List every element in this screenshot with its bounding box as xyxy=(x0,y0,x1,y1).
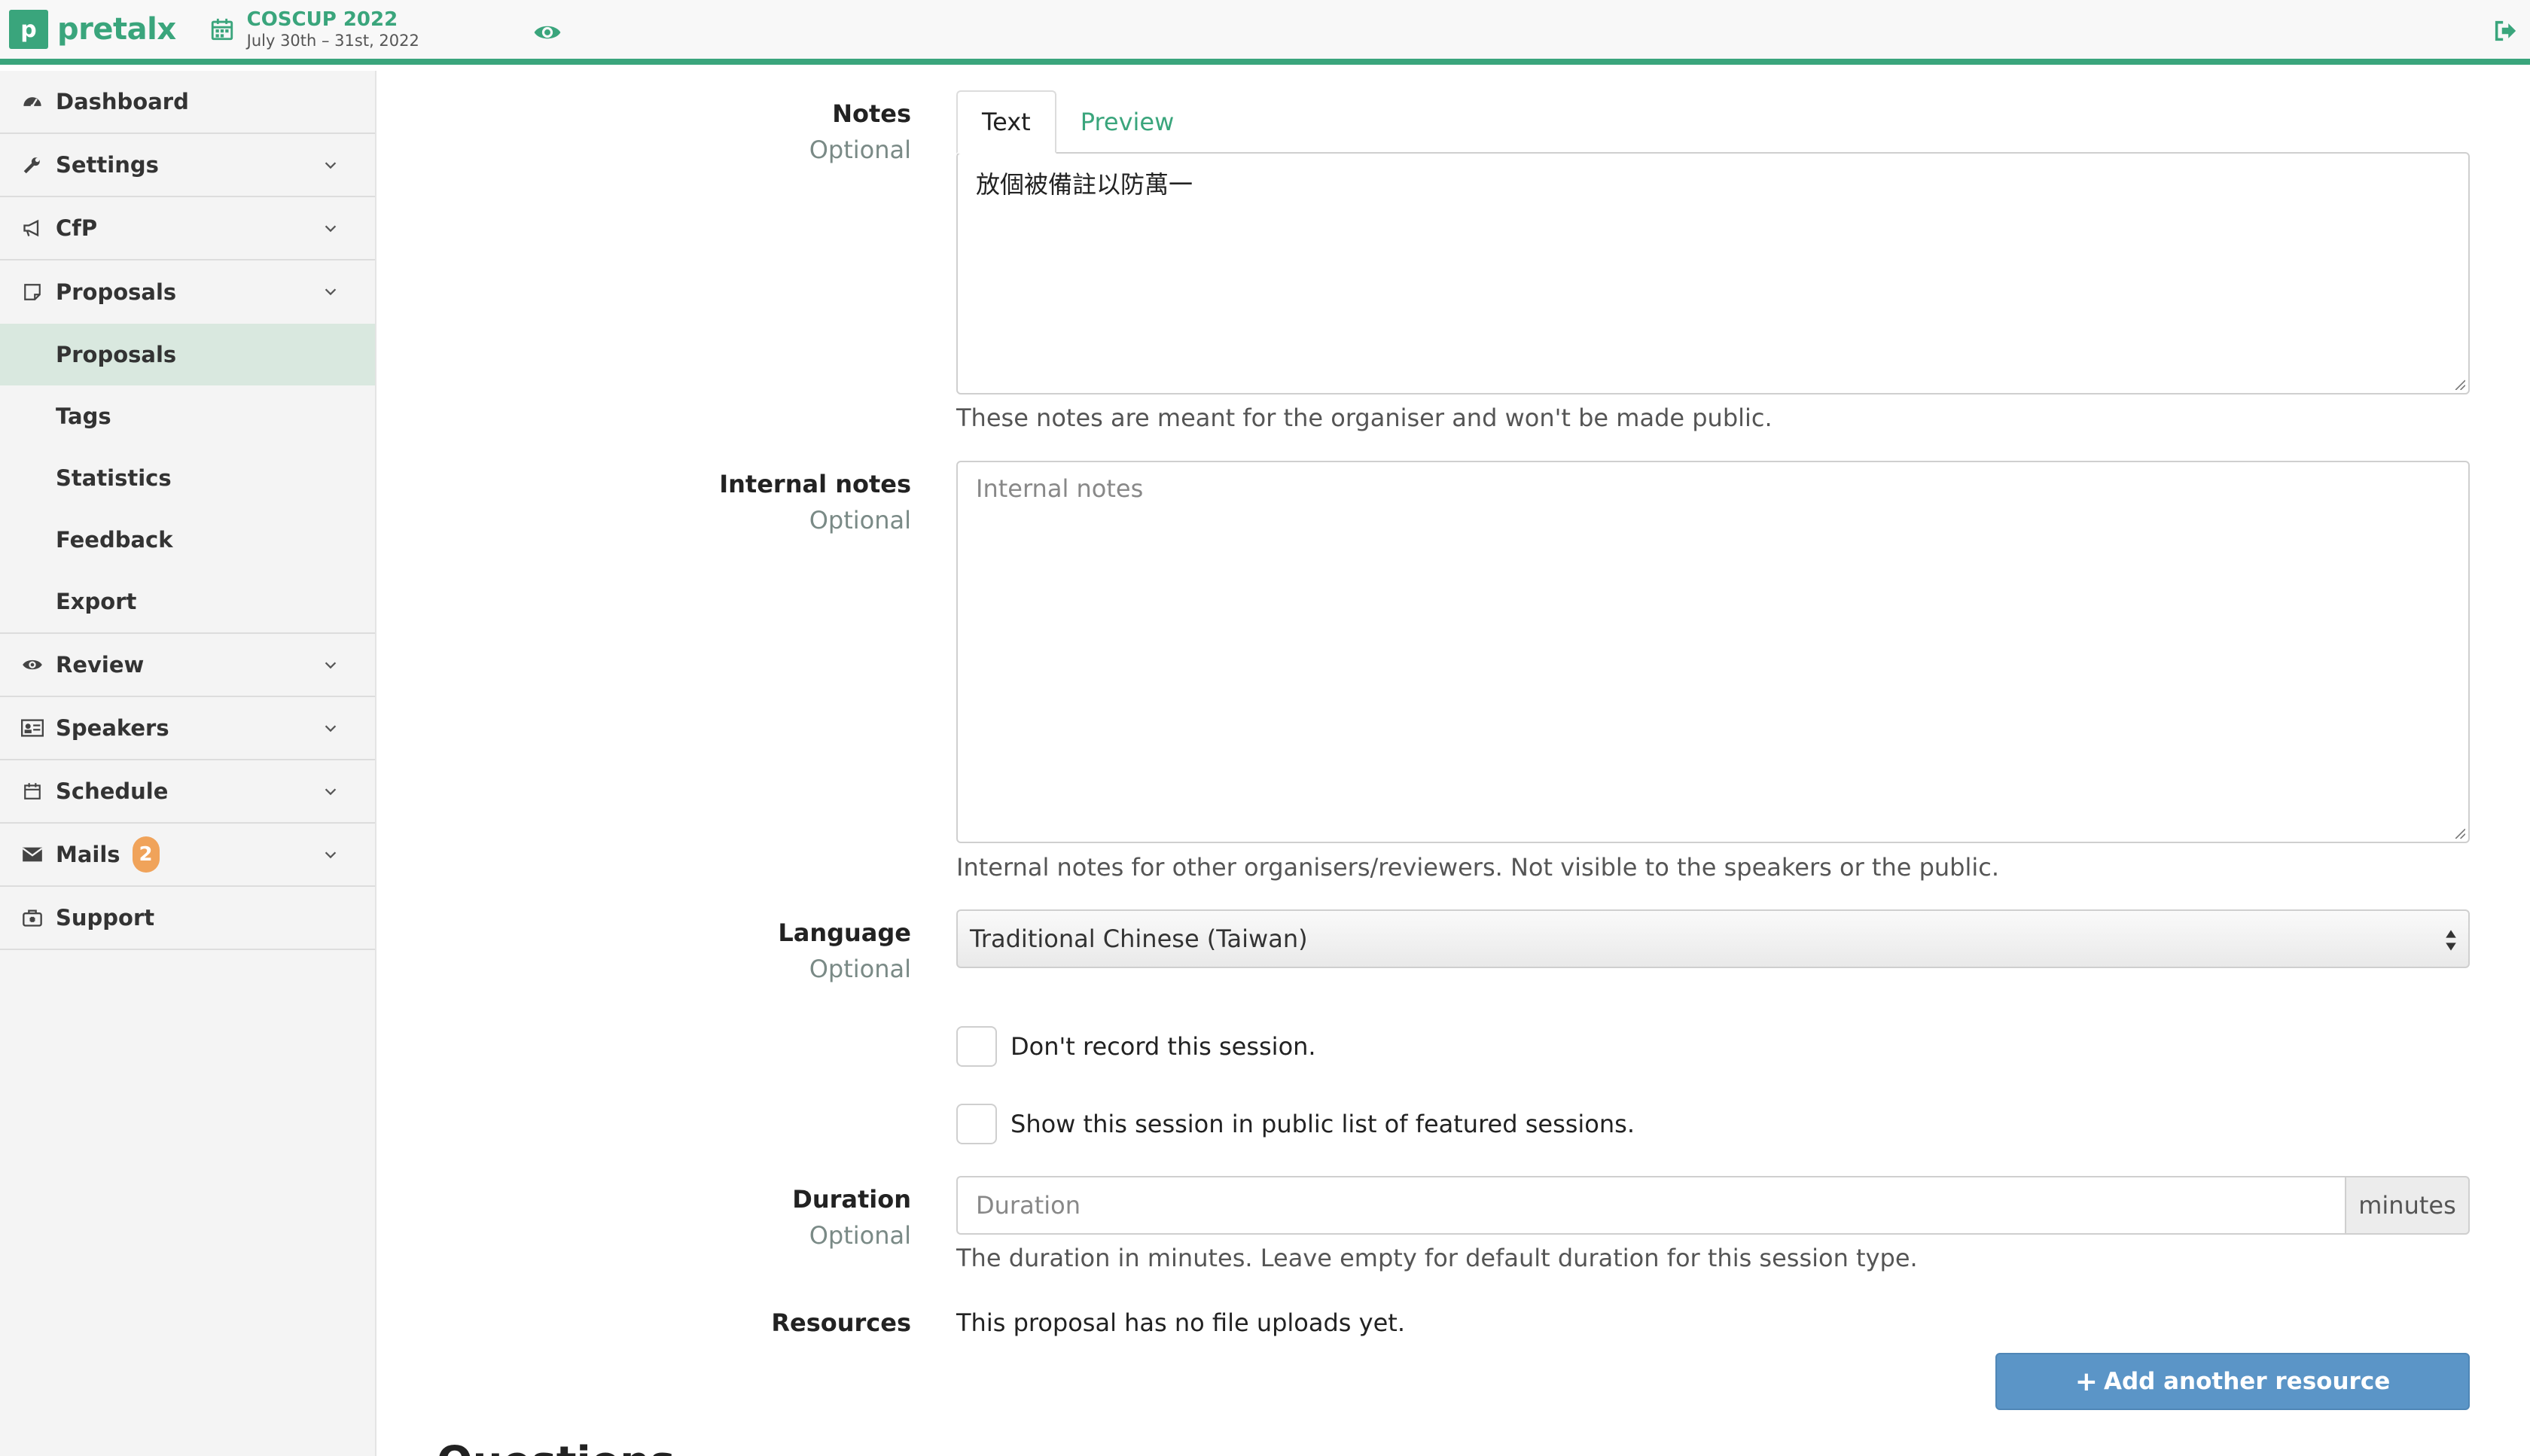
bullhorn-icon xyxy=(21,217,44,239)
eye-icon[interactable] xyxy=(533,18,562,47)
eye-icon xyxy=(21,653,44,676)
chevron-down-icon xyxy=(325,788,337,796)
sidebar-item-support[interactable]: Support xyxy=(0,887,375,950)
language-selected-value: Traditional Chinese (Taiwan) xyxy=(970,924,1308,953)
calendar-icon xyxy=(21,780,44,803)
sidebar-item-label: Review xyxy=(56,652,145,678)
sidebar-item-label: CfP xyxy=(56,215,98,241)
resources-label: Resources xyxy=(771,1308,911,1337)
sidebar-item-label: Schedule xyxy=(56,778,169,804)
plus-icon: + xyxy=(2074,1366,2098,1397)
sidebar-item-label: Dashboard xyxy=(56,89,189,114)
duration-input-group: Duration minutes xyxy=(956,1176,2470,1235)
sidebar-item-label: Settings xyxy=(56,152,159,178)
internal-notes-optional: Optional xyxy=(809,506,911,535)
logo-mark: p xyxy=(9,10,48,49)
notes-textarea[interactable]: 放個被備註以防萬一 xyxy=(956,152,2470,394)
questions-heading: Questions xyxy=(437,1438,675,1456)
duration-unit-addon: minutes xyxy=(2345,1176,2470,1235)
notes-value: 放個被備註以防萬一 xyxy=(976,170,1193,199)
sidebar-item-dashboard[interactable]: Dashboard xyxy=(0,71,375,134)
featured-label[interactable]: Show this session in public list of feat… xyxy=(1010,1110,1635,1138)
chevron-down-icon xyxy=(325,662,337,669)
notes-help-text: These notes are meant for the organiser … xyxy=(956,404,1773,432)
sidebar-subitem-feedback[interactable]: Feedback xyxy=(0,509,375,571)
internal-notes-help-text: Internal notes for other organisers/revi… xyxy=(956,853,2000,882)
chevron-down-icon xyxy=(325,851,337,859)
add-resource-label: Add another resource xyxy=(2103,1368,2391,1395)
sidebar-subitem-statistics[interactable]: Statistics xyxy=(0,447,375,509)
tab-preview[interactable]: Preview xyxy=(1056,90,1199,154)
dashboard-icon xyxy=(21,90,44,113)
chevron-down-icon xyxy=(325,225,337,233)
chevron-down-icon xyxy=(325,725,337,733)
internal-notes-textarea[interactable]: Internal notes xyxy=(956,461,2470,843)
dont-record-checkbox[interactable] xyxy=(956,1026,997,1067)
featured-row: Show this session in public list of feat… xyxy=(956,1104,1635,1144)
id-card-icon xyxy=(21,717,44,739)
envelope-icon xyxy=(21,843,44,866)
logout-icon[interactable] xyxy=(2492,18,2518,44)
featured-checkbox[interactable] xyxy=(956,1104,997,1144)
resize-handle-icon[interactable] xyxy=(2453,827,2465,839)
language-optional: Optional xyxy=(809,955,911,983)
chevron-down-icon xyxy=(325,162,337,169)
tab-text[interactable]: Text xyxy=(956,90,1056,154)
event-name: COSCUP 2022 xyxy=(246,8,398,32)
sidebar-item-label: Proposals xyxy=(56,279,177,305)
top-bar: p pretalx COSCUP 2022 July 30th – 31st, … xyxy=(0,0,2530,65)
sidebar-item-label: Speakers xyxy=(56,715,169,741)
sidebar-subitem-tags[interactable]: Tags xyxy=(0,385,375,447)
dont-record-label[interactable]: Don't record this session. xyxy=(1010,1032,1316,1061)
sidebar-item-proposals[interactable]: Proposals xyxy=(0,260,375,324)
duration-label: Duration xyxy=(792,1185,911,1214)
proposals-submenu: Proposals Tags Statistics Feedback Expor… xyxy=(0,324,375,634)
duration-input[interactable]: Duration xyxy=(956,1176,2345,1235)
language-select[interactable]: Traditional Chinese (Taiwan) xyxy=(956,909,2470,968)
sidebar-item-label: Mails xyxy=(56,842,120,867)
sidebar-item-review[interactable]: Review xyxy=(0,634,375,697)
add-resource-button[interactable]: + Add another resource xyxy=(1995,1353,2470,1410)
sidebar-item-schedule[interactable]: Schedule xyxy=(0,760,375,824)
language-label: Language xyxy=(778,918,911,947)
event-switcher[interactable]: COSCUP 2022 July 30th – 31st, 2022 xyxy=(209,8,419,50)
sidebar: Dashboard Settings CfP Proposals Proposa… xyxy=(0,71,376,1456)
calendar-icon xyxy=(211,18,233,41)
notes-label: Notes xyxy=(832,99,911,128)
life-ring-icon xyxy=(21,906,44,929)
sidebar-item-label: Support xyxy=(56,905,155,931)
sidebar-item-mails[interactable]: Mails 2 xyxy=(0,824,375,887)
sidebar-subitem-proposals[interactable]: Proposals xyxy=(0,324,375,385)
select-arrows-icon xyxy=(2446,930,2456,951)
resize-handle-icon[interactable] xyxy=(2453,378,2465,390)
wrench-icon xyxy=(21,154,44,176)
event-dates: July 30th – 31st, 2022 xyxy=(246,31,419,50)
mails-count-badge: 2 xyxy=(132,836,160,873)
sidebar-item-speakers[interactable]: Speakers xyxy=(0,697,375,760)
chevron-down-icon xyxy=(325,288,337,296)
duration-optional: Optional xyxy=(809,1221,911,1250)
sidebar-item-cfp[interactable]: CfP xyxy=(0,197,375,260)
notes-tabs: Text Preview xyxy=(956,90,1198,154)
sidebar-item-settings[interactable]: Settings xyxy=(0,134,375,197)
resources-empty-text: This proposal has no file uploads yet. xyxy=(956,1308,1405,1337)
duration-help-text: The duration in minutes. Leave empty for… xyxy=(956,1244,1918,1272)
sidebar-subitem-export[interactable]: Export xyxy=(0,571,375,632)
pretalx-logo[interactable]: p pretalx xyxy=(9,10,176,49)
dont-record-row: Don't record this session. xyxy=(956,1026,1316,1067)
internal-notes-placeholder: Internal notes xyxy=(976,474,1144,503)
notes-optional: Optional xyxy=(809,136,911,164)
internal-notes-label: Internal notes xyxy=(719,470,911,498)
logo-text: pretalx xyxy=(57,12,176,47)
note-icon xyxy=(21,281,44,303)
